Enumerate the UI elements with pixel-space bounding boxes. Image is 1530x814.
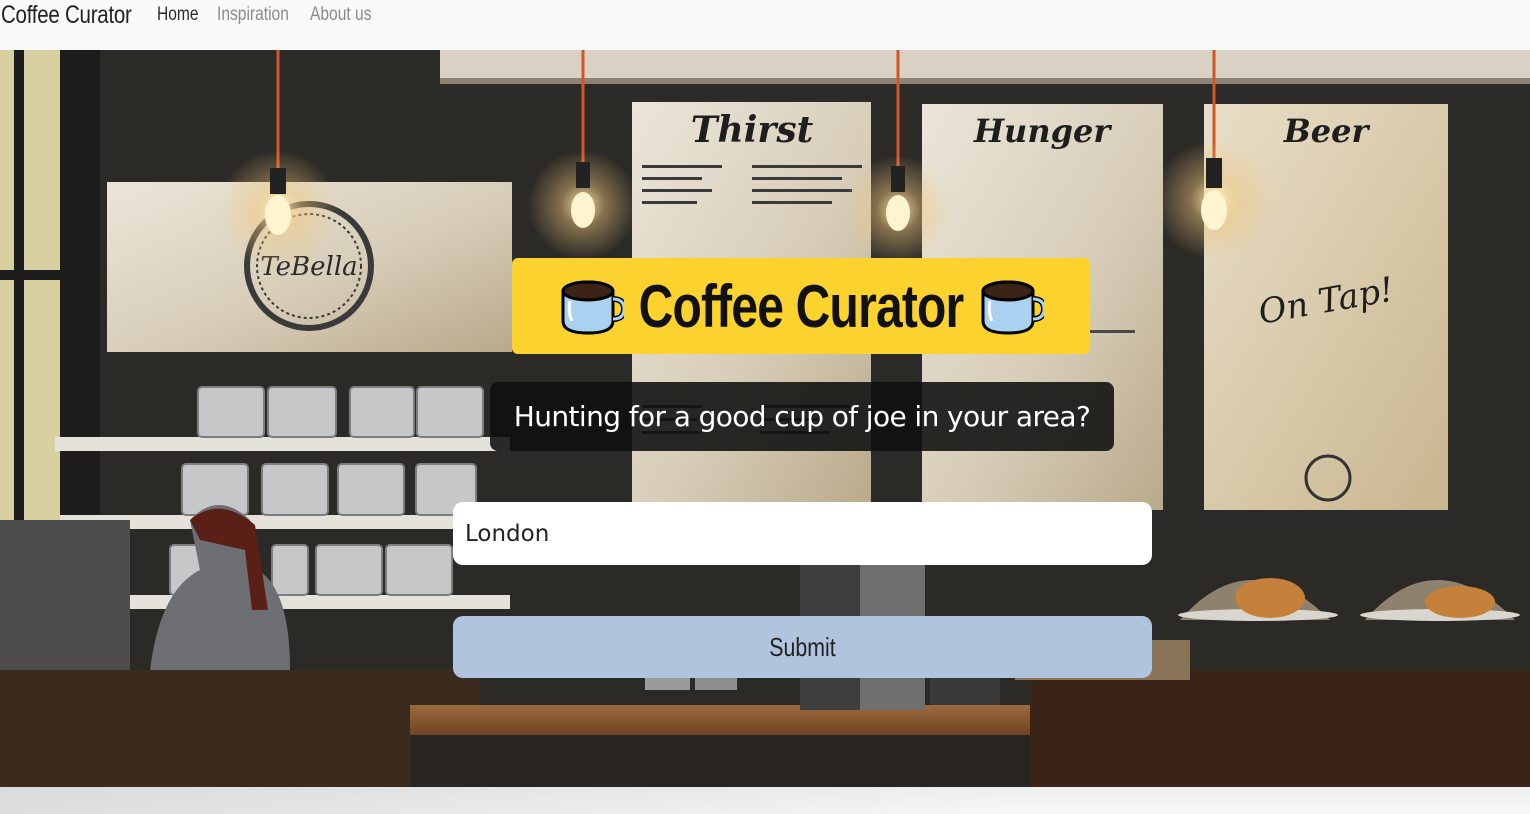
navbar: Coffee Curator Home Inspiration About us	[0, 0, 1530, 50]
nav-inspiration-link[interactable]: Inspiration	[217, 4, 289, 26]
submit-button[interactable]: Submit	[453, 616, 1152, 678]
brand-link[interactable]: Coffee Curator	[1, 1, 132, 30]
nav-about-link[interactable]: About us	[310, 4, 372, 26]
city-search-input[interactable]	[453, 502, 1152, 565]
bg-board2-title: Hunger	[973, 112, 1113, 150]
bg-board3-title: Beer	[1283, 112, 1371, 150]
coffee-mug-icon	[981, 280, 1045, 335]
hero-section: TeBella Thirst Hunger Beer On Tap! Coffe…	[0, 50, 1530, 787]
submit-button-label: Submit	[769, 631, 836, 662]
coffee-mug-icon	[561, 280, 624, 335]
nav-home-link[interactable]: Home	[157, 4, 199, 26]
footer-shadow	[0, 787, 1000, 814]
title-banner: Coffee Curator	[512, 258, 1090, 354]
page-title: Coffee Curator	[638, 272, 965, 340]
bg-board1-title: Thirst	[691, 109, 814, 151]
tagline: Hunting for a good cup of joe in your ar…	[490, 382, 1114, 451]
